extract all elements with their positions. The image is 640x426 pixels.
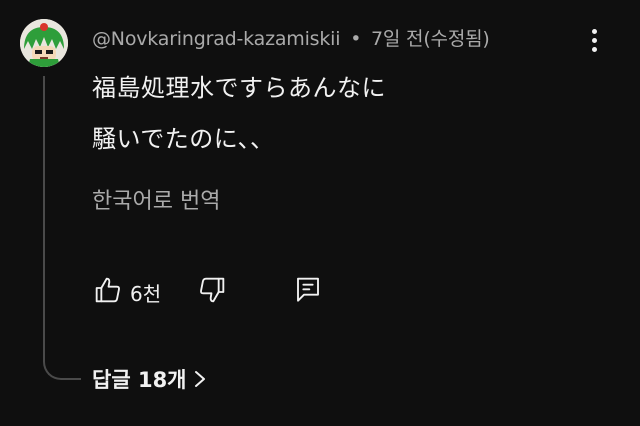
thread-line xyxy=(43,76,45,352)
reply-button[interactable] xyxy=(292,274,324,308)
like-button[interactable]: 6천 xyxy=(92,274,161,308)
thumbs-down-icon xyxy=(200,277,225,303)
comment-text-line: 騒いでたのに、、 xyxy=(92,125,275,153)
dislike-button[interactable] xyxy=(196,274,228,308)
comment-text-line: 福島処理水ですらあんなに xyxy=(92,74,386,102)
thumbs-up-icon xyxy=(95,277,120,303)
meta-separator: • xyxy=(350,28,362,50)
thread-connector xyxy=(43,346,81,380)
view-replies-button[interactable]: 답글 18개 xyxy=(92,364,207,394)
more-vertical-icon[interactable] xyxy=(584,26,606,56)
comment-card: @Novkaringrad-kazamiskii • 7일 전(수정됨) 福島処… xyxy=(0,0,640,426)
reply-comment-icon xyxy=(297,277,319,302)
chevron-right-icon xyxy=(194,371,205,387)
avatar-image xyxy=(20,19,68,67)
replies-label: 답글 18개 xyxy=(92,368,187,392)
comment-time[interactable]: 7일 전(수정됨) xyxy=(371,28,490,50)
comment-header: @Novkaringrad-kazamiskii • 7일 전(수정됨) xyxy=(92,24,490,51)
author-name[interactable]: @Novkaringrad-kazamiskii xyxy=(92,28,341,50)
translate-button[interactable]: 한국어로 번역 xyxy=(92,183,220,215)
like-count: 6천 xyxy=(130,282,162,306)
avatar[interactable] xyxy=(20,19,68,67)
